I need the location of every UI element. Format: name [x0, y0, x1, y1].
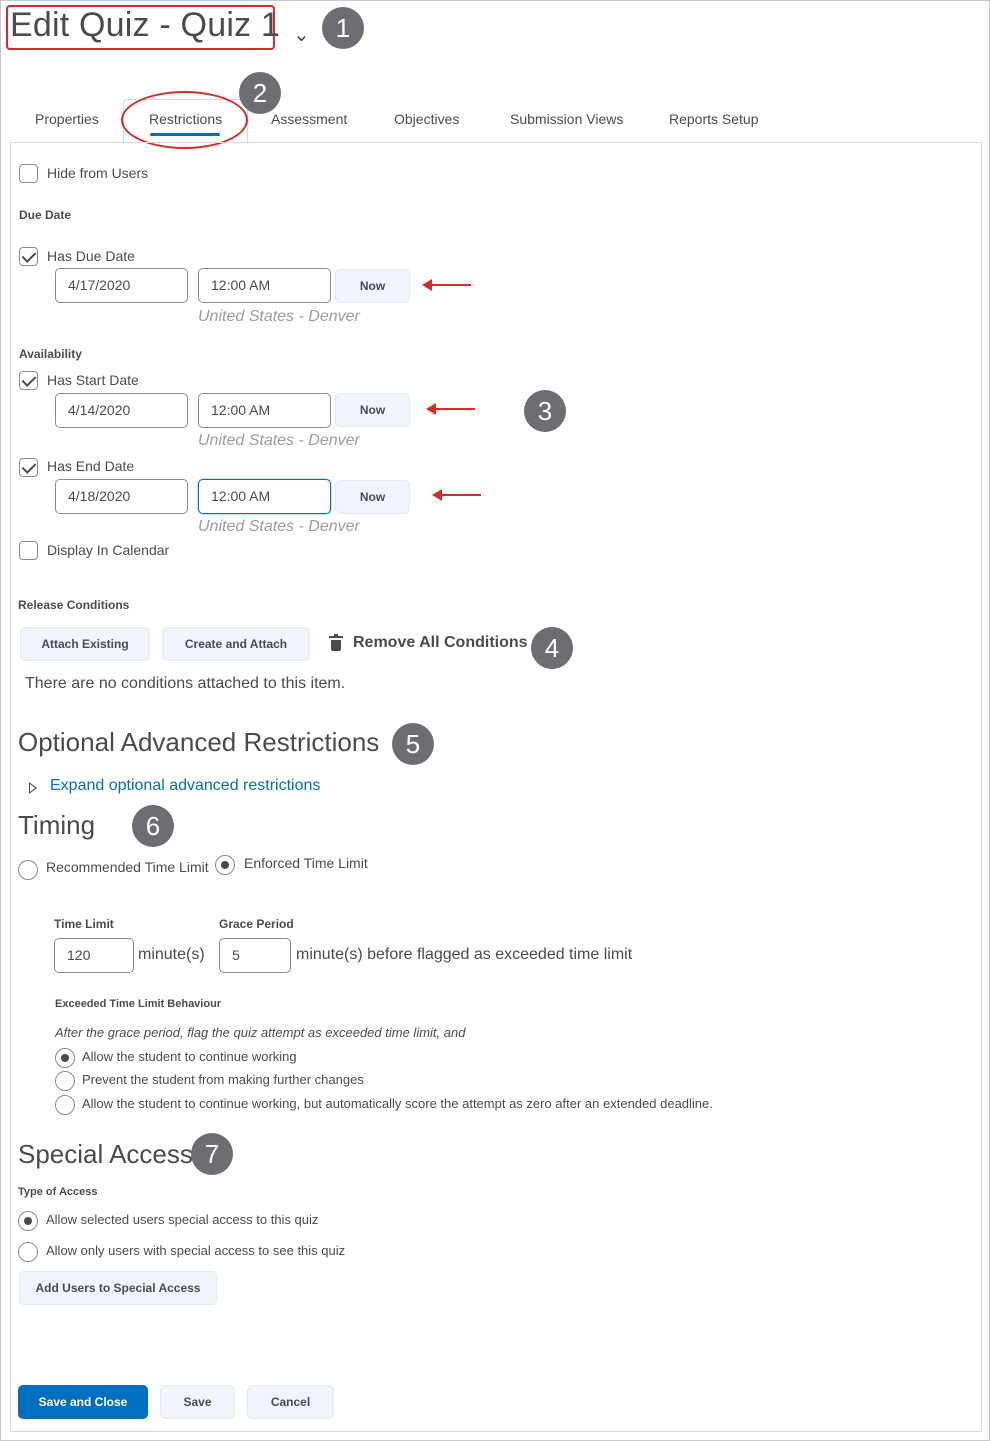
end-now-button[interactable]: Now — [335, 480, 410, 514]
tab-annotation-ellipse — [121, 91, 248, 149]
exceeded-behaviour-heading: Exceeded Time Limit Behaviour — [55, 998, 222, 1010]
time-limit-unit: minute(s) — [138, 946, 205, 963]
end-date-input[interactable]: 4/18/2020 — [55, 479, 188, 514]
has-end-date-checkbox[interactable] — [19, 458, 38, 477]
callout-badge-6: 6 — [132, 805, 174, 847]
score-zero-label: Allow the student to continue working, b… — [82, 1096, 713, 1111]
display-in-calendar-checkbox[interactable] — [19, 541, 38, 560]
arrow-left-icon — [426, 403, 475, 415]
optional-advanced-heading: Optional Advanced Restrictions — [18, 727, 380, 757]
hide-from-users-checkbox[interactable] — [19, 164, 38, 183]
attach-existing-button[interactable]: Attach Existing — [20, 627, 150, 661]
create-and-attach-button[interactable]: Create and Attach — [162, 627, 310, 661]
start-timezone: United States - Denver — [198, 432, 360, 449]
start-now-button[interactable]: Now — [335, 393, 410, 427]
callout-badge-3: 3 — [524, 390, 566, 432]
has-end-date-label: Has End Date — [47, 458, 135, 474]
continue-working-radio[interactable] — [55, 1048, 75, 1068]
release-conditions-heading: Release Conditions — [18, 598, 130, 612]
exceeded-intro-text: After the grace period, flag the quiz at… — [55, 1025, 466, 1040]
callout-badge-1: 1 — [322, 7, 364, 49]
due-now-button[interactable]: Now — [335, 269, 410, 303]
has-start-date-checkbox[interactable] — [19, 371, 38, 390]
only-special-access-label: Allow only users with special access to … — [46, 1243, 346, 1258]
continue-working-label: Allow the student to continue working — [82, 1049, 297, 1064]
callout-badge-7: 7 — [191, 1133, 233, 1175]
expand-advanced-link[interactable]: Expand optional advanced restrictions — [50, 777, 320, 795]
chevron-down-icon[interactable]: ⌄ — [293, 22, 310, 47]
grace-period-input[interactable]: 5 — [219, 938, 291, 973]
trash-icon[interactable] — [329, 634, 343, 651]
tab-properties[interactable]: Properties — [35, 111, 99, 127]
start-date-input[interactable]: 4/14/2020 — [55, 393, 188, 428]
availability-heading: Availability — [19, 347, 82, 361]
prevent-changes-radio[interactable] — [55, 1071, 75, 1091]
restrictions-panel — [10, 142, 982, 580]
time-limit-label: Time Limit — [54, 917, 114, 931]
prevent-changes-label: Prevent the student from making further … — [82, 1072, 364, 1087]
has-due-date-checkbox[interactable] — [19, 247, 38, 266]
no-conditions-text: There are no conditions attached to this… — [25, 675, 346, 692]
due-time-input[interactable]: 12:00 AM — [198, 268, 331, 303]
grace-period-unit: minute(s) before flagged as exceeded tim… — [296, 946, 633, 963]
recommended-time-limit-radio[interactable] — [18, 860, 38, 880]
callout-badge-2: 2 — [239, 72, 281, 114]
due-date-input[interactable]: 4/17/2020 — [55, 268, 188, 303]
tab-assessment[interactable]: Assessment — [271, 111, 347, 127]
due-timezone: United States - Denver — [198, 308, 360, 325]
score-zero-radio[interactable] — [55, 1095, 75, 1115]
allow-selected-users-radio[interactable] — [18, 1211, 38, 1231]
page-title: Edit Quiz - Quiz 1 — [10, 6, 281, 44]
enforced-time-limit-label: Enforced Time Limit — [244, 855, 368, 871]
time-limit-input[interactable]: 120 — [54, 938, 134, 973]
caret-right-icon[interactable] — [29, 782, 37, 794]
recommended-time-limit-label: Recommended Time Limit — [46, 859, 209, 875]
display-in-calendar-label: Display In Calendar — [47, 542, 170, 558]
only-special-access-radio[interactable] — [18, 1242, 38, 1262]
save-and-close-button[interactable]: Save and Close — [18, 1385, 148, 1419]
remove-all-conditions-link[interactable]: Remove All Conditions — [353, 634, 528, 652]
tab-submission-views[interactable]: Submission Views — [510, 111, 623, 127]
has-start-date-label: Has Start Date — [47, 372, 139, 388]
tab-objectives[interactable]: Objectives — [394, 111, 459, 127]
special-access-heading: Special Access — [18, 1139, 193, 1169]
grace-period-label: Grace Period — [219, 917, 294, 931]
save-button[interactable]: Save — [160, 1385, 235, 1419]
enforced-time-limit-radio[interactable] — [215, 855, 235, 875]
allow-selected-users-label: Allow selected users special access to t… — [46, 1212, 319, 1227]
arrow-left-icon — [422, 279, 471, 291]
arrow-left-icon — [432, 489, 481, 501]
add-users-special-access-button[interactable]: Add Users to Special Access — [19, 1271, 217, 1305]
start-time-input[interactable]: 12:00 AM — [198, 393, 331, 428]
end-time-input[interactable]: 12:00 AM — [198, 479, 331, 514]
end-timezone: United States - Denver — [198, 518, 360, 535]
hide-from-users-label: Hide from Users — [47, 165, 149, 181]
cancel-button[interactable]: Cancel — [247, 1385, 334, 1419]
due-date-heading: Due Date — [19, 208, 72, 222]
tab-reports-setup[interactable]: Reports Setup — [669, 111, 759, 127]
callout-badge-4: 4 — [531, 627, 573, 669]
has-due-date-label: Has Due Date — [47, 248, 135, 264]
timing-heading: Timing — [18, 810, 96, 840]
type-of-access-label: Type of Access — [18, 1186, 98, 1198]
callout-badge-5: 5 — [392, 723, 434, 765]
